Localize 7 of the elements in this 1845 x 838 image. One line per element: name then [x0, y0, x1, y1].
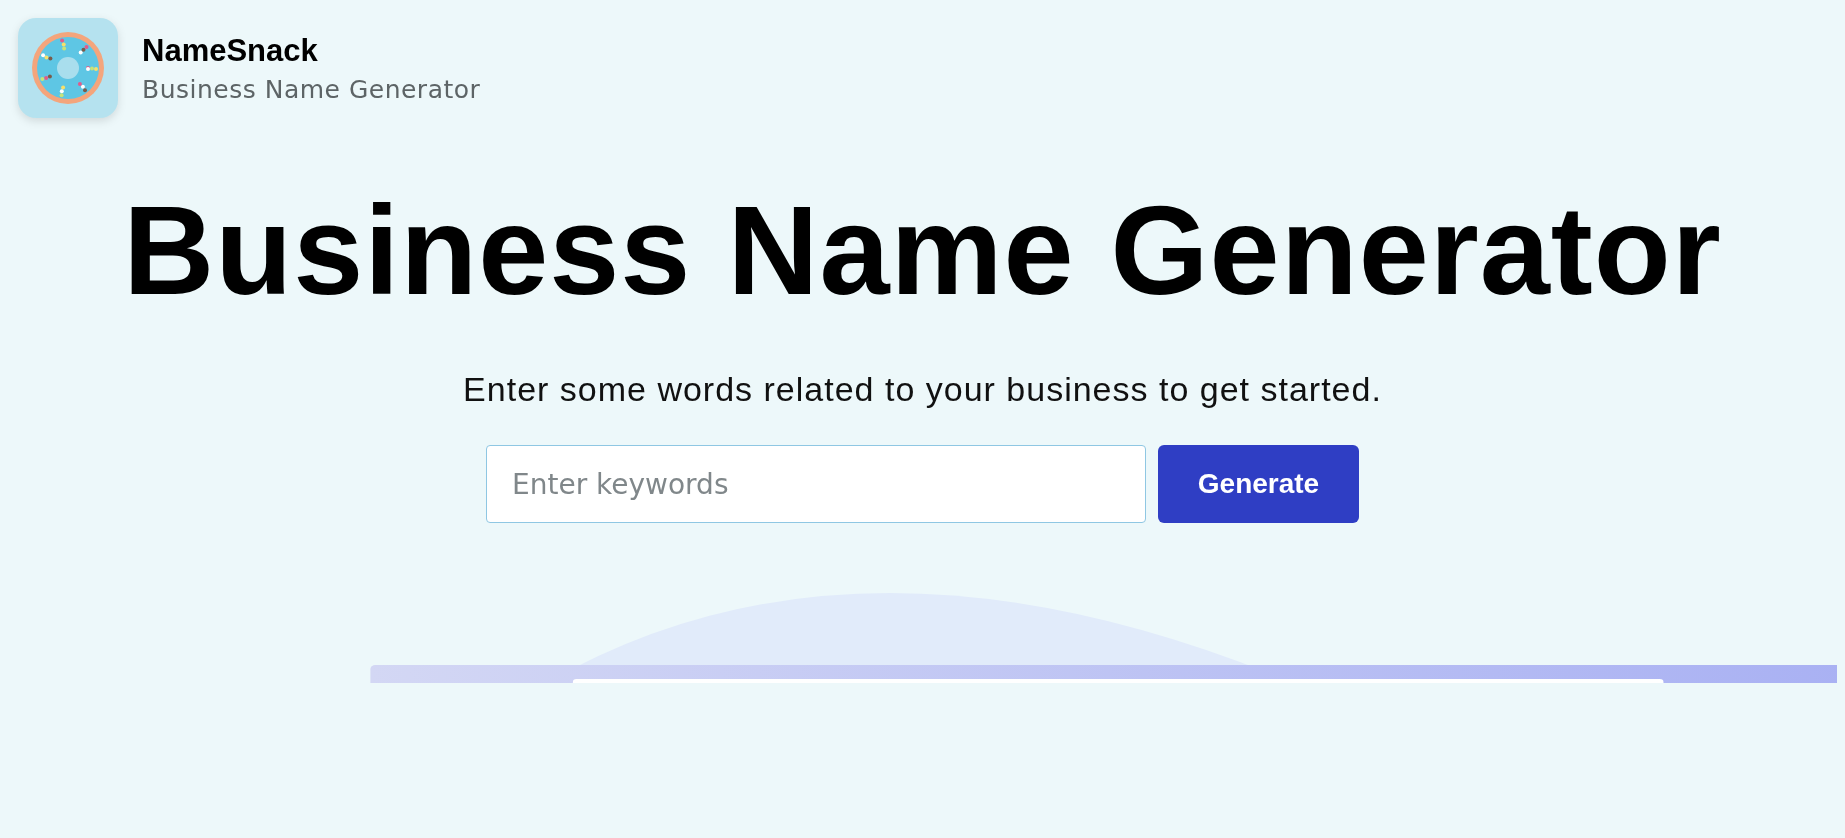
brand-name: NameSnack: [142, 32, 319, 69]
keywords-input[interactable]: Enter keywords: [486, 445, 1146, 523]
page-subtitle: Enter some words related to your business to get started.: [463, 370, 1382, 409]
page-title: Business Name Generator: [123, 179, 1722, 323]
generate-button[interactable]: Generate: [1158, 445, 1359, 523]
donut-logo-icon[interactable]: [18, 18, 118, 118]
brand-tagline: Business Name Generator: [142, 74, 481, 104]
